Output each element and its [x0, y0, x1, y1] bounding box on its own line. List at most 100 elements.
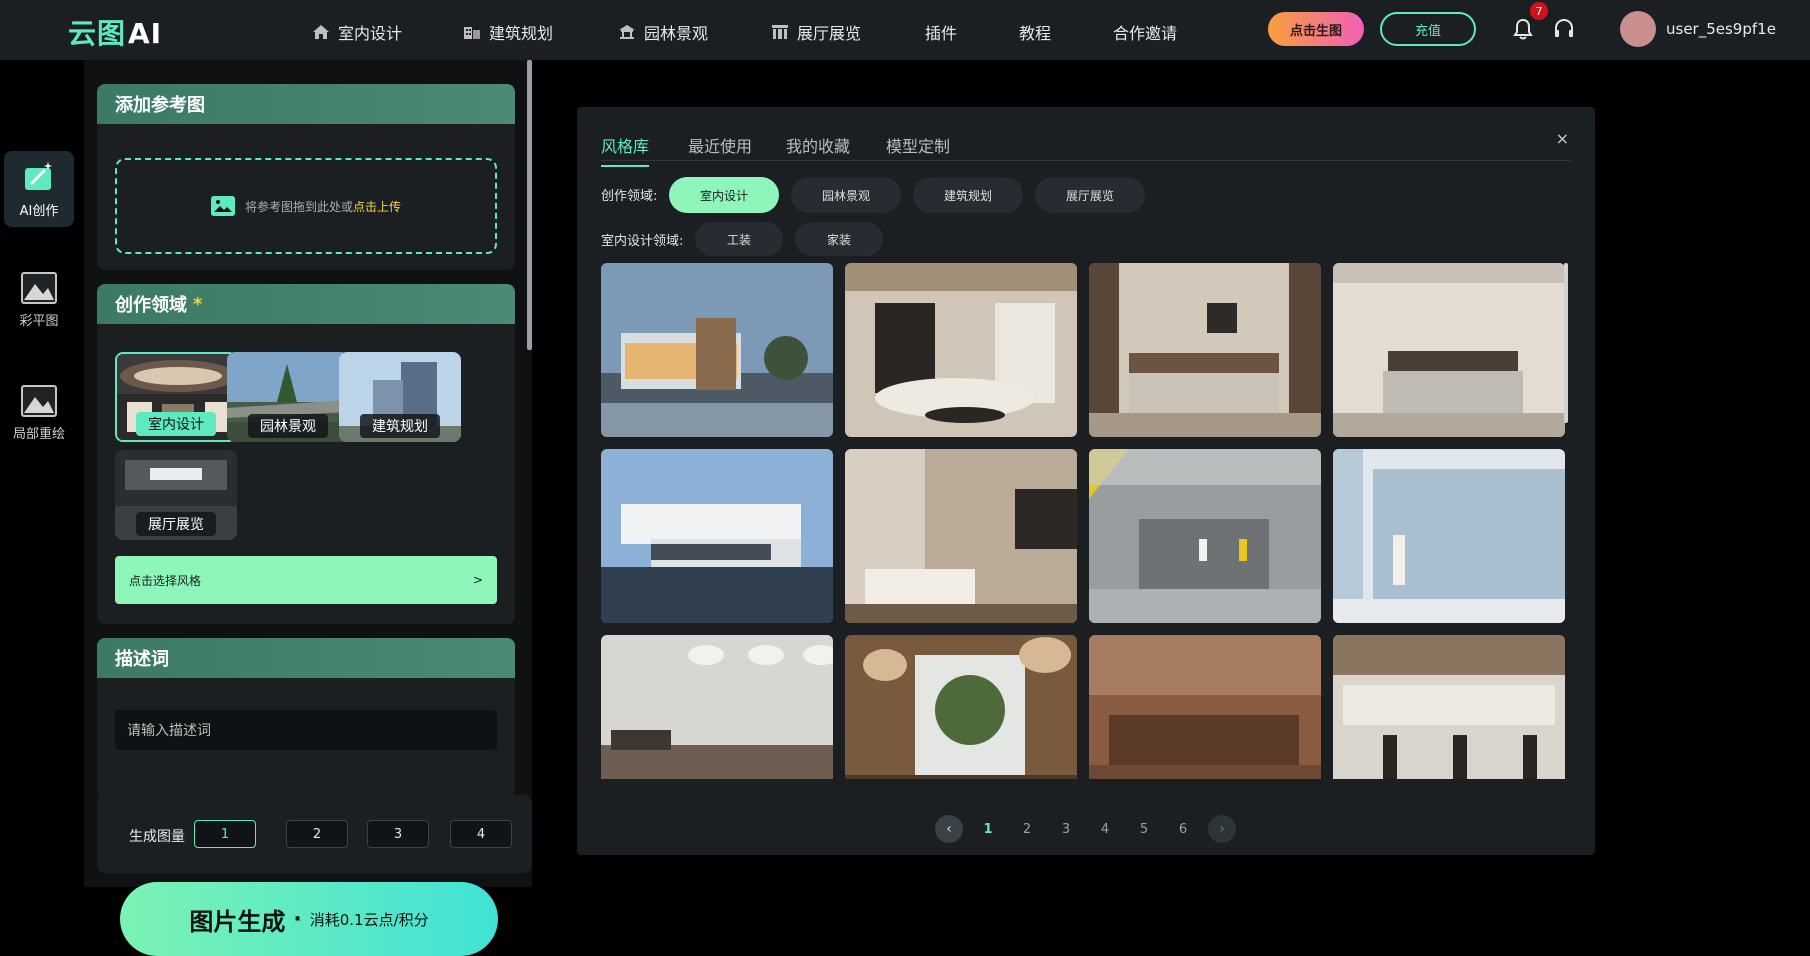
choose-style-button[interactable]: 点击选择风格 >	[115, 556, 497, 604]
page-4[interactable]: 4	[1091, 815, 1119, 843]
username[interactable]: user_5es9pf1e	[1666, 20, 1776, 38]
gallery-icon	[772, 25, 788, 39]
bell-icon[interactable]	[1513, 18, 1533, 40]
left-rail: AI创作 彩平图 局部重绘	[0, 60, 84, 887]
style-card[interactable]	[1333, 263, 1565, 437]
rail-item-color-plan[interactable]: 彩平图	[4, 262, 74, 338]
style-image	[601, 263, 833, 437]
logo[interactable]: 云图AI	[68, 12, 162, 52]
chevron-left-icon[interactable]: ‹	[935, 815, 963, 843]
nav-plugins[interactable]: 插件	[925, 20, 957, 44]
choose-style-label: 点击选择风格	[129, 573, 202, 588]
style-card[interactable]	[1333, 635, 1565, 779]
count-label: 生成图量	[129, 829, 185, 845]
upload-dropzone[interactable]: 将参考图拖到此处或点击上传	[115, 158, 497, 254]
page-2[interactable]: 2	[1013, 815, 1041, 843]
chevron-right-icon[interactable]: ›	[1208, 815, 1236, 843]
nav-architecture[interactable]: 建筑规划	[463, 20, 553, 44]
pagination: ‹ 1 2 3 4 5 6 ›	[577, 815, 1595, 843]
tab-model-custom[interactable]: 模型定制	[886, 133, 950, 157]
filter-pill-commercial[interactable]: 工装	[695, 222, 783, 256]
upload-link[interactable]: 点击上传	[353, 200, 401, 214]
modal-tabs: 风格库 最近使用 我的收藏 模型定制	[601, 127, 1571, 167]
style-image	[845, 635, 1077, 779]
filter-pill-interior[interactable]: 室内设计	[669, 177, 779, 213]
domain-thumb-architecture[interactable]: 建筑规划	[339, 352, 461, 442]
style-card[interactable]	[1333, 449, 1565, 623]
style-card[interactable]	[845, 449, 1077, 623]
nav-cooperation[interactable]: 合作邀请	[1113, 20, 1177, 44]
tab-style-library[interactable]: 风格库	[601, 133, 650, 167]
nav-tutorials[interactable]: 教程	[1019, 20, 1051, 44]
style-image	[601, 635, 833, 779]
pavilion-icon	[619, 25, 635, 39]
filter-pill-architecture[interactable]: 建筑规划	[913, 177, 1023, 213]
image-upload-icon	[210, 196, 235, 216]
generate-cost: 消耗0.1云点/积分	[309, 910, 429, 929]
nav-label: 展厅展览	[797, 24, 862, 43]
style-image	[1089, 263, 1321, 437]
page-5[interactable]: 5	[1130, 815, 1158, 843]
logo-ai-text: AI	[128, 17, 163, 50]
grid-scrollbar[interactable]	[1564, 263, 1568, 423]
headset-icon[interactable]	[1553, 18, 1575, 40]
style-card[interactable]	[601, 635, 833, 779]
rail-item-partial-redraw[interactable]: 局部重绘	[4, 375, 74, 451]
card-title: 描述词	[97, 638, 515, 678]
close-icon[interactable]: ×	[1556, 129, 1569, 148]
domain-thumb-landscape[interactable]: 园林景观	[227, 352, 349, 442]
style-card[interactable]	[1089, 263, 1321, 437]
rail-item-ai-creation[interactable]: AI创作	[4, 151, 74, 227]
style-card[interactable]	[601, 263, 833, 437]
nav-label: 室内设计	[338, 24, 403, 43]
nav-label: 园林景观	[644, 24, 709, 43]
card-title: 创作领域 *	[97, 284, 515, 324]
page-3[interactable]: 3	[1052, 815, 1080, 843]
style-card[interactable]	[1089, 635, 1321, 779]
domain-thumb-interior[interactable]: 室内设计	[115, 352, 237, 442]
card-title: 添加参考图	[97, 84, 515, 124]
count-option-1[interactable]: 1	[194, 820, 256, 848]
style-card[interactable]	[845, 635, 1077, 779]
side-panel-scrollbar[interactable]	[527, 60, 532, 350]
filter-pill-residential[interactable]: 家装	[795, 222, 883, 256]
count-option-3[interactable]: 3	[367, 820, 429, 848]
magic-wand-icon	[25, 161, 52, 190]
rail-label: AI创作	[19, 203, 59, 219]
nav-label: 教程	[1019, 24, 1052, 43]
style-card[interactable]	[601, 449, 833, 623]
style-image	[1333, 449, 1565, 623]
image-icon	[21, 384, 57, 417]
style-library-modal: 风格库 最近使用 我的收藏 模型定制 × 创作领域: 室内设计 园林景观 建筑规…	[577, 107, 1595, 855]
style-card[interactable]	[845, 263, 1077, 437]
count-option-2[interactable]: 2	[286, 820, 348, 848]
count-option-4[interactable]: 4	[450, 820, 512, 848]
nav-interior-design[interactable]: 室内设计	[312, 20, 402, 44]
generate-image-button[interactable]: 点击生图	[1268, 12, 1364, 46]
tab-recent[interactable]: 最近使用	[688, 133, 752, 157]
style-image	[1089, 449, 1321, 623]
building-icon	[464, 27, 480, 39]
nav-landscape[interactable]: 园林景观	[618, 20, 708, 44]
domain-thumb-exhibition[interactable]: 展厅展览	[115, 450, 237, 540]
style-card[interactable]	[1089, 449, 1321, 623]
nav-exhibition[interactable]: 展厅展览	[771, 20, 861, 44]
generate-label: 图片生成	[189, 907, 286, 936]
thumb-label: 室内设计	[136, 412, 216, 436]
avatar[interactable]	[1620, 11, 1656, 47]
filter-pill-exhibition[interactable]: 展厅展览	[1035, 177, 1145, 213]
filter-pill-landscape[interactable]: 园林景观	[791, 177, 901, 213]
style-image	[601, 449, 833, 623]
house-icon	[313, 25, 329, 39]
style-grid	[601, 263, 1571, 779]
generate-button[interactable]: 图片生成 · 消耗0.1云点/积分	[120, 882, 498, 956]
page-1[interactable]: 1	[974, 815, 1002, 843]
style-image	[1333, 635, 1565, 779]
tab-favorites[interactable]: 我的收藏	[786, 133, 850, 157]
page-6[interactable]: 6	[1169, 815, 1197, 843]
sub-filter-label: 室内设计领域:	[601, 234, 684, 249]
notification-badge: 7	[1530, 2, 1548, 20]
prompt-input[interactable]: 请输入描述词	[115, 710, 497, 750]
recharge-button[interactable]: 充值	[1380, 12, 1476, 46]
thumb-label: 建筑规划	[360, 414, 440, 438]
